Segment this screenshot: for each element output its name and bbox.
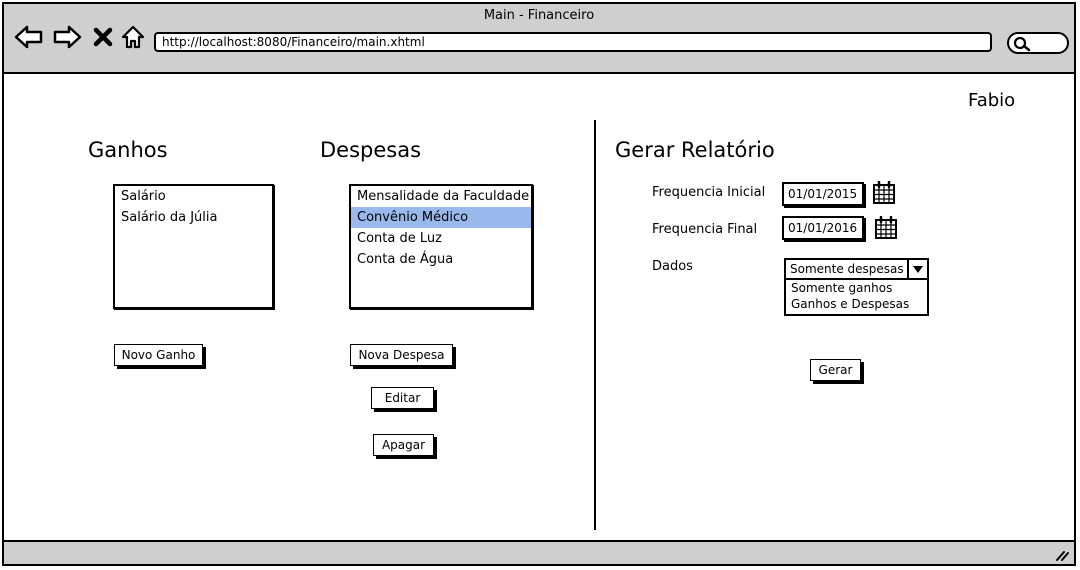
frequencia-final-field[interactable]: 01/01/2016: [782, 216, 864, 240]
frequencia-inicial-label: Frequencia Inicial: [652, 185, 766, 200]
user-name: Fabio: [968, 90, 1016, 111]
back-arrow-icon: [14, 25, 43, 49]
home-icon: [121, 25, 145, 49]
resize-grip-icon[interactable]: [1054, 546, 1070, 562]
address-bar[interactable]: http://localhost:8080/Financeiro/main.xh…: [154, 32, 992, 52]
list-item[interactable]: Salário: [115, 186, 272, 207]
home-button[interactable]: [118, 22, 148, 52]
forward-button[interactable]: [52, 22, 82, 52]
gerar-button[interactable]: Gerar: [810, 359, 861, 381]
frequencia-final-label: Frequencia Final: [652, 222, 758, 237]
browser-search-box[interactable]: [1007, 32, 1069, 54]
frequencia-inicial-field[interactable]: 01/01/2015: [782, 182, 864, 206]
apagar-button[interactable]: Apagar: [373, 434, 434, 456]
dados-label: Dados: [652, 259, 693, 274]
list-item-selected[interactable]: Convênio Médico: [351, 207, 531, 228]
ganhos-heading: Ganhos: [88, 138, 168, 162]
dropdown-option[interactable]: Somente ganhos: [791, 280, 927, 296]
dados-select-value: Somente despesas: [790, 262, 904, 276]
status-bar: [4, 540, 1074, 564]
dados-dropdown-list: Somente ganhos Ganhos e Despesas: [784, 280, 929, 316]
window-title: Main - Financeiro: [483, 8, 595, 23]
dados-select[interactable]: Somente despesas: [784, 258, 929, 280]
novo-ganho-button[interactable]: Novo Ganho: [114, 344, 203, 366]
calendar-icon[interactable]: [872, 181, 896, 205]
browser-toolbar: Main - Financeiro http://localhost:8080/…: [4, 4, 1074, 74]
list-item[interactable]: Conta de Água: [351, 249, 531, 270]
list-item[interactable]: Salário da Júlia: [115, 207, 272, 228]
ganhos-list[interactable]: Salário Salário da Júlia: [113, 184, 274, 309]
list-item[interactable]: Conta de Luz: [351, 228, 531, 249]
dropdown-arrow-button[interactable]: [907, 260, 927, 278]
editar-button[interactable]: Editar: [371, 387, 434, 409]
vertical-divider: [594, 120, 596, 530]
stop-button[interactable]: [88, 22, 118, 52]
stop-icon: [93, 27, 113, 47]
forward-arrow-icon: [53, 25, 82, 49]
relatorio-heading: Gerar Relatório: [615, 138, 775, 162]
browser-window: Main - Financeiro http://localhost:8080/…: [2, 2, 1076, 566]
calendar-icon[interactable]: [874, 216, 898, 240]
nova-despesa-button[interactable]: Nova Despesa: [350, 344, 453, 366]
dropdown-option[interactable]: Ganhos e Despesas: [791, 296, 927, 312]
list-item[interactable]: Mensalidade da Faculdade: [351, 186, 531, 207]
back-button[interactable]: [14, 22, 44, 52]
dropdown-arrow-icon: [913, 266, 923, 273]
despesas-heading: Despesas: [320, 138, 422, 162]
search-icon: [1013, 36, 1031, 52]
despesas-list[interactable]: Mensalidade da Faculdade Convênio Médico…: [349, 184, 533, 309]
